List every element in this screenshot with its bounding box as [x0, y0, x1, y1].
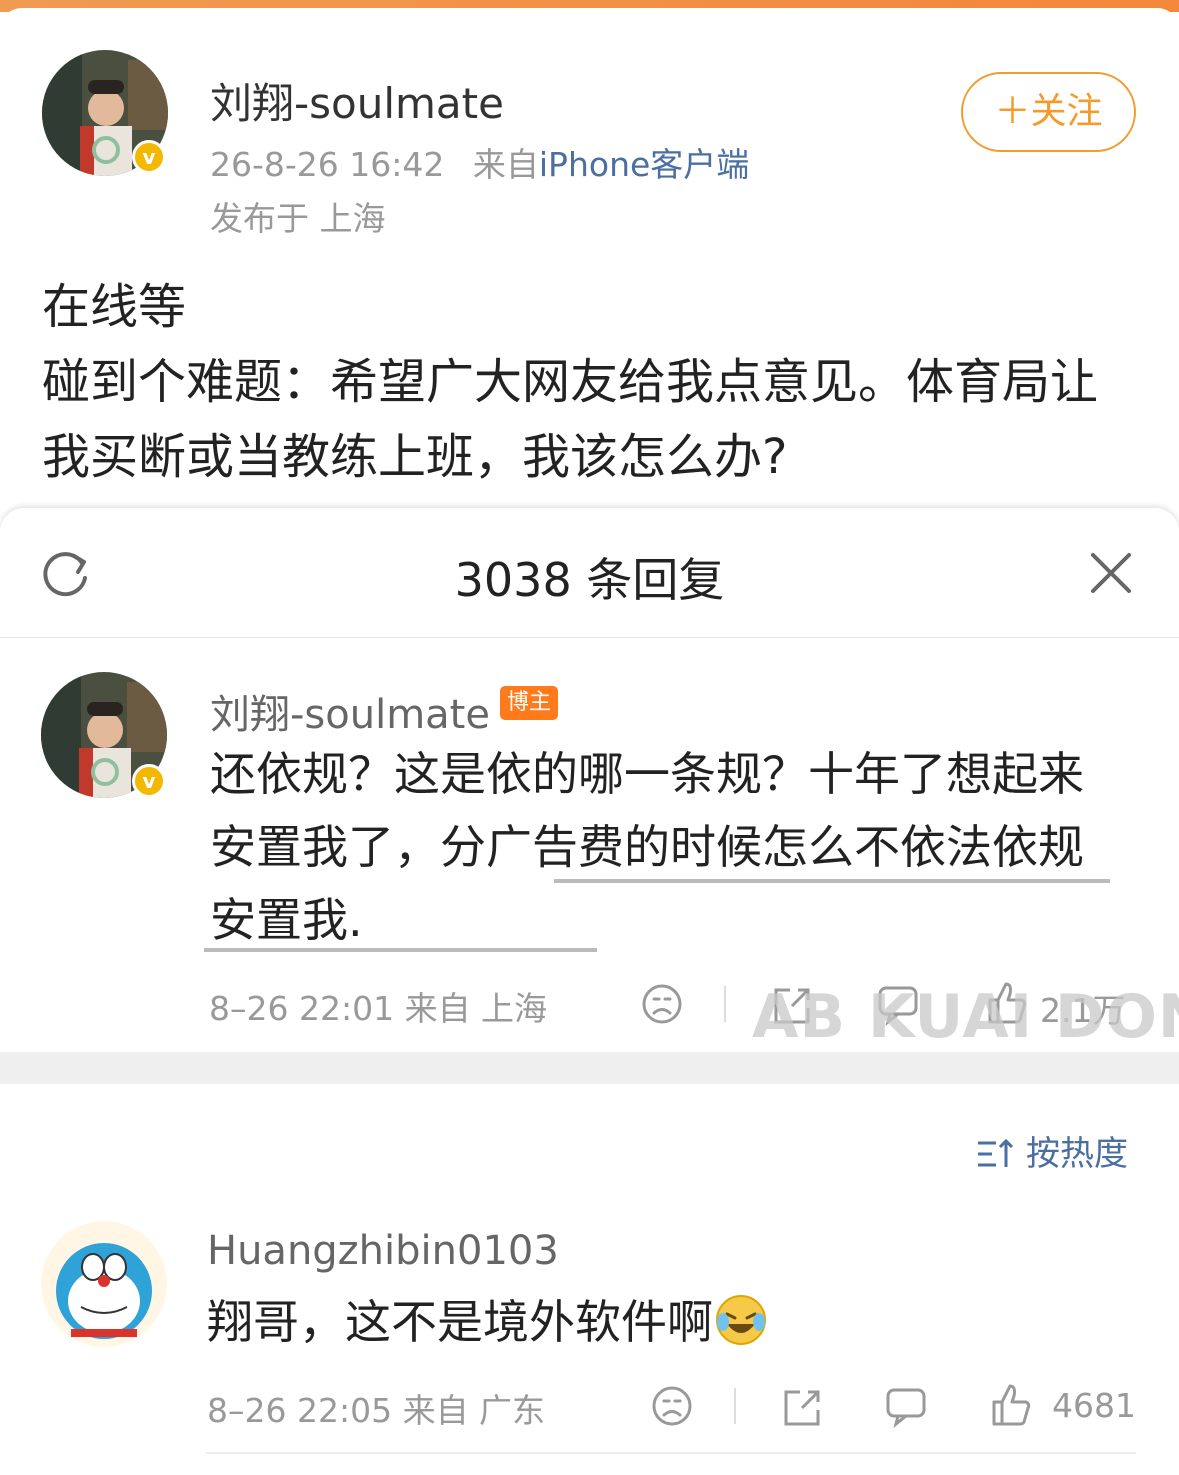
post-text-line2: 碰到个难题：希望广大网友给我点意见。体育局让我买断或当教练上班，我该怎么办? — [42, 354, 1099, 485]
watermark: AB KUAI DONG — [752, 982, 1179, 1052]
highlight-underline — [204, 948, 597, 952]
verified-badge-icon: v — [132, 764, 166, 798]
post-time: 26-8-26 16:42 — [210, 145, 445, 184]
section-gap — [0, 1052, 1179, 1084]
bottom-divider — [206, 1452, 1136, 1454]
reply-two-text: 翔哥，这不是境外软件啊 — [207, 1286, 769, 1359]
post-from-prefix: 来自 — [472, 145, 539, 184]
reply-two-avatar[interactable] — [41, 1221, 167, 1347]
replies-sheet: 3038 条回复 v 刘翔-soulmate 博主 还依规？这是依的哪一条规？十… — [0, 508, 1179, 1475]
divider — [724, 986, 726, 1022]
post-location: 发布于 上海 — [210, 199, 386, 238]
laughing-crying-emoji-icon — [716, 1295, 766, 1345]
follow-button[interactable]: ＋关注 — [961, 72, 1136, 152]
highlight-underline — [554, 879, 1110, 883]
post-author-name[interactable]: 刘翔-soulmate — [210, 70, 504, 131]
sheet-title: 3038 条回复 — [454, 553, 725, 607]
post-text: 在线等 碰到个难题：希望广大网友给我点意见。体育局让我买断或当教练上班，我该怎么… — [42, 270, 1142, 495]
reply-two-text-content: 翔哥，这不是境外软件啊 — [207, 1295, 713, 1349]
reply-two-author-name[interactable]: Huangzhibin0103 — [207, 1228, 559, 1274]
sort-by-hot[interactable]: 按热度 — [976, 1126, 1128, 1175]
dislike-face-icon[interactable] — [650, 1384, 694, 1428]
post-card: v 刘翔-soulmate 26-8-26 16:42 来自iPhone客户端 … — [0, 8, 1179, 508]
dislike-face-icon[interactable] — [640, 982, 684, 1026]
share-icon[interactable] — [780, 1386, 824, 1428]
post-source[interactable]: iPhone客户端 — [539, 145, 749, 184]
verified-badge-icon: v — [132, 140, 166, 174]
like-thumb-icon[interactable] — [988, 1380, 1032, 1428]
like-count: 4681 — [1052, 1386, 1136, 1425]
sort-label: 按热度 — [1026, 1134, 1128, 1174]
sheet-header: 3038 条回复 — [0, 508, 1179, 638]
post-text-line1: 在线等 — [42, 279, 187, 335]
reply-author-name[interactable]: 刘翔-soulmate — [210, 682, 490, 740]
sort-icon — [978, 1138, 1014, 1167]
close-icon[interactable] — [1088, 550, 1134, 596]
comment-icon[interactable] — [884, 1386, 928, 1428]
post-meta: 26-8-26 16:42 来自iPhone客户端 — [210, 138, 749, 186]
reply-meta: 8–26 22:01 来自 上海 — [209, 989, 548, 1028]
reply-text: 还依规？这是依的哪一条规？十年了想起来安置我了，分广告费的时候怎么不依法依规安置… — [210, 747, 1084, 947]
divider — [734, 1388, 736, 1424]
reply-two-meta: 8–26 22:05 来自 广东 — [207, 1391, 546, 1430]
blogger-tag: 博主 — [500, 686, 559, 720]
